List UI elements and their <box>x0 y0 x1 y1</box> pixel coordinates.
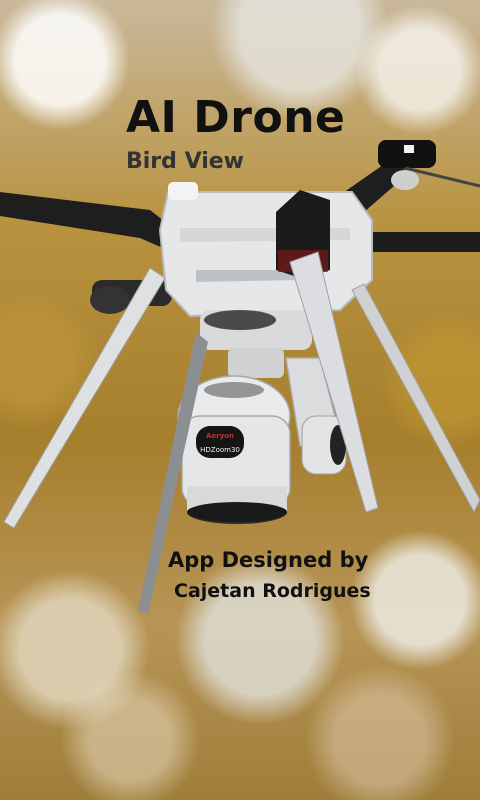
drone-arm-front-left <box>0 192 178 252</box>
splash-screen: Aeryon HDZoom30 AI Drone Bird View App D… <box>0 0 480 800</box>
drone-motor-mount <box>391 170 419 190</box>
drone-motor-front-right <box>378 140 436 168</box>
camera-brand-text: Aeryon <box>206 432 234 440</box>
camera-model-text: HDZoom30 <box>200 446 240 454</box>
landing-leg-front-left <box>3 267 166 529</box>
credit-designed-by: App Designed by <box>168 548 369 572</box>
app-title: AI Drone <box>126 92 346 143</box>
drone-arm-rear-right <box>360 232 480 252</box>
credit-author-name: Cajetan Rodrigues <box>174 580 371 602</box>
app-subtitle: Bird View <box>126 149 244 174</box>
drone-body <box>158 191 373 318</box>
drone-motor-rear-left <box>90 286 130 314</box>
